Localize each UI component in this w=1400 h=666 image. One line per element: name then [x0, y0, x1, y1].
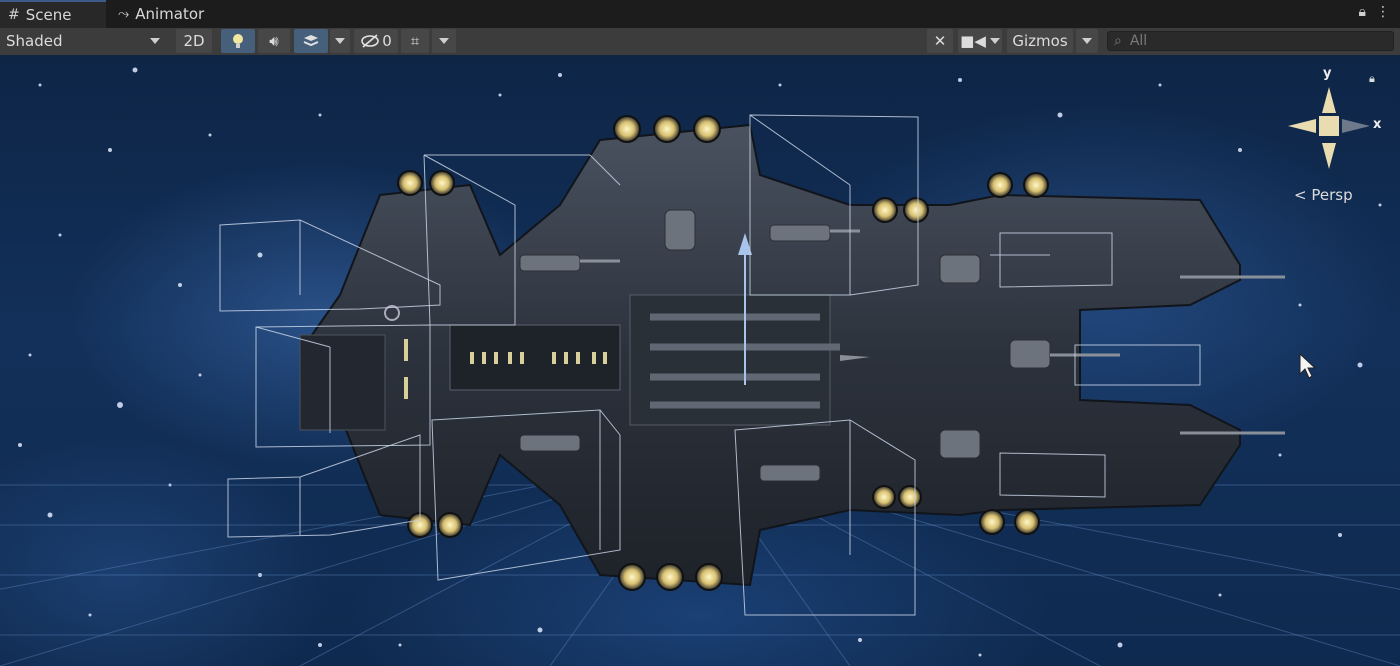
- lock-icon[interactable]: 🔒︎: [1359, 4, 1366, 20]
- gizmos-button[interactable]: Gizmos: [1007, 29, 1073, 53]
- lightbulb-icon: [233, 34, 243, 48]
- chevron-left-icon: <: [1294, 186, 1307, 204]
- hidden-count: 0: [382, 32, 392, 50]
- mouse-cursor-icon: [1299, 352, 1317, 379]
- grid-snap-button[interactable]: ⌗: [401, 29, 429, 53]
- tab-scene[interactable]: # Scene: [0, 0, 106, 28]
- speaker-icon: 🔊︎: [269, 32, 279, 50]
- gizmos-dropdown-button[interactable]: [1076, 29, 1098, 53]
- shading-mode-label: Shaded: [6, 32, 63, 50]
- shading-mode-dropdown[interactable]: Shaded: [0, 29, 168, 53]
- audio-toggle-button[interactable]: 🔊︎: [258, 29, 290, 53]
- tab-animator[interactable]: ⤳ Animator: [110, 0, 220, 28]
- tab-scene-label: Scene: [25, 6, 72, 24]
- effects-toggle-button[interactable]: [294, 29, 328, 53]
- lighting-toggle-button[interactable]: [221, 29, 255, 53]
- search-icon: ⌕: [1114, 33, 1122, 49]
- axis-y-label: y: [1323, 66, 1332, 81]
- scene-visibility-button[interactable]: 0: [354, 29, 398, 53]
- tools-button[interactable]: ✕: [927, 29, 953, 53]
- axis-x-label: x: [1373, 117, 1382, 132]
- chevron-down-icon: [989, 38, 1000, 44]
- chevron-down-icon: [1082, 38, 1092, 44]
- toggle-2d-label: 2D: [183, 32, 205, 50]
- effects-dropdown-button[interactable]: [330, 29, 350, 53]
- tab-animator-label: Animator: [135, 5, 205, 23]
- scene-search-field[interactable]: ⌕: [1107, 31, 1394, 51]
- projection-label: Persp: [1311, 186, 1353, 204]
- eye-slash-icon: [361, 34, 380, 48]
- tools-icon: ✕: [933, 32, 947, 50]
- orientation-gizmo[interactable]: [1284, 69, 1374, 179]
- gizmos-label: Gizmos: [1012, 32, 1068, 50]
- scene-render: [0, 67, 1400, 666]
- chevron-down-icon: [335, 38, 345, 44]
- camera-icon: ■◀: [960, 32, 986, 50]
- axis-gizmo-icon: [1288, 87, 1370, 169]
- layers-icon: [303, 35, 319, 47]
- spaceship-model: [299, 115, 1285, 591]
- grid-icon: #: [8, 7, 20, 23]
- projection-toggle[interactable]: < Persp: [1294, 186, 1353, 204]
- grid-snap-icon: ⌗: [410, 32, 420, 50]
- camera-dropdown-button[interactable]: ■◀: [958, 29, 1002, 53]
- chevron-down-icon: [439, 38, 449, 44]
- scene-viewport[interactable]: y x 🔒︎ < Persp: [0, 55, 1400, 666]
- gizmo-lock-icon[interactable]: 🔒︎: [1369, 72, 1375, 86]
- window-tab-bar: # Scene ⤳ Animator 🔒︎ ⋮: [0, 0, 1400, 29]
- scene-toolbar: Shaded 2D 🔊︎ 0 ⌗ ✕ ■◀ Gizmos ⌕ All: [0, 28, 1400, 56]
- chevron-down-icon: [150, 38, 160, 44]
- animator-icon: ⤳: [118, 6, 130, 22]
- toggle-2d-button[interactable]: 2D: [176, 29, 212, 53]
- grid-snap-dropdown-button[interactable]: [432, 29, 456, 53]
- more-options-icon[interactable]: ⋮: [1376, 4, 1390, 20]
- scene-search-input[interactable]: [1127, 32, 1372, 50]
